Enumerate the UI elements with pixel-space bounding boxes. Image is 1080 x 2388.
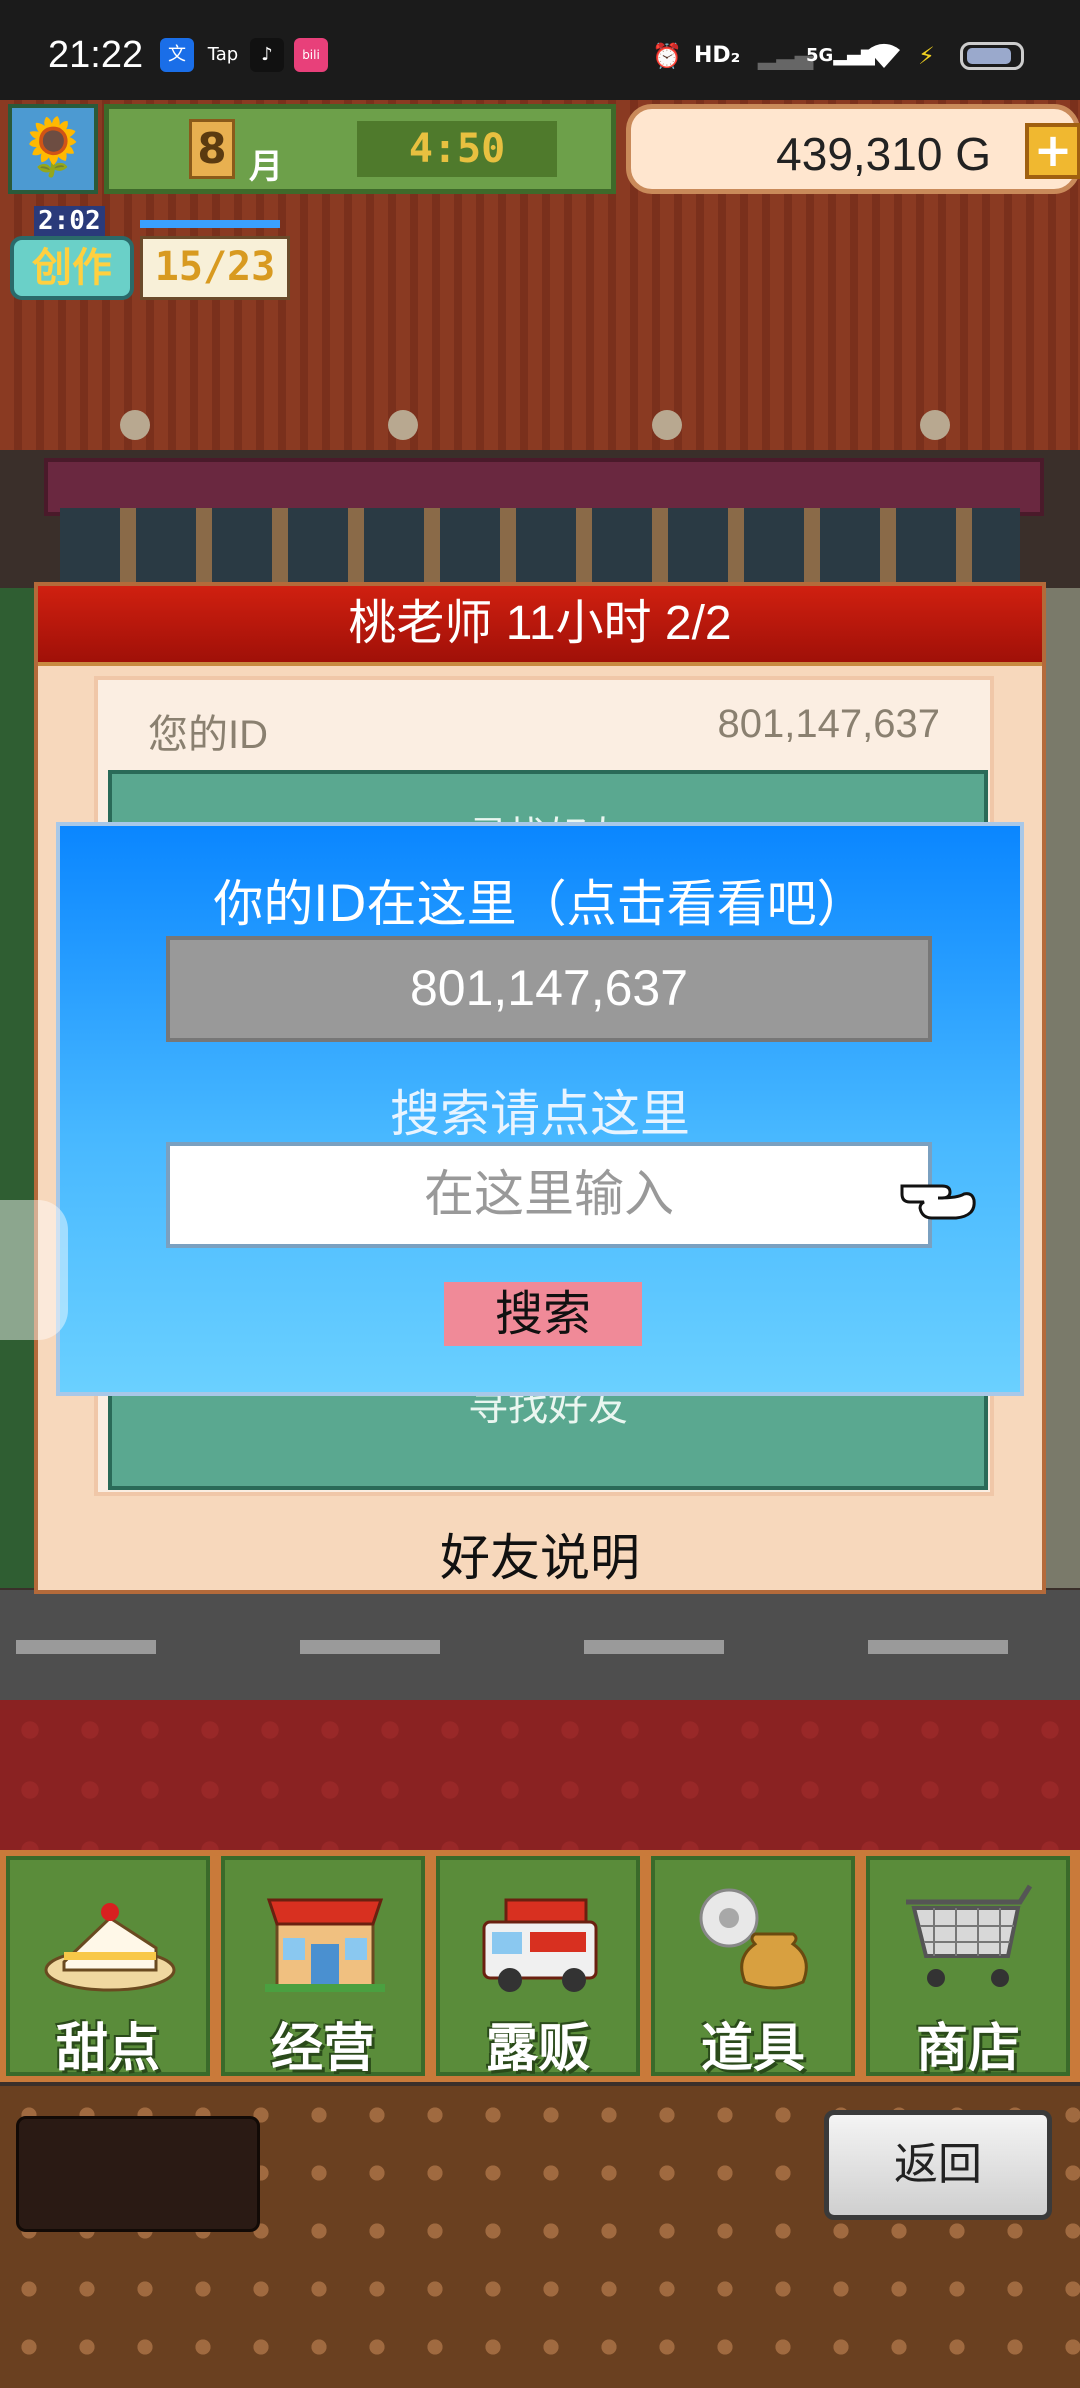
money-value: 439,310 G — [776, 128, 991, 180]
menu-label: 商店 — [915, 2019, 1020, 2079]
bottom-menu: 甜点 经营 露贩 道具 商店 — [0, 1850, 1080, 2082]
month-number: 8 — [189, 119, 235, 179]
hd-icon: HD₂ — [694, 43, 741, 68]
items-bag-icon — [685, 1878, 825, 1998]
footer-empty-slot — [16, 2116, 260, 2232]
creation-count: 15/23 — [140, 236, 290, 300]
tap-app-icon: Tap — [207, 44, 239, 65]
charging-icon: ⚡ — [918, 42, 935, 70]
menu-label: 露贩 — [485, 2019, 590, 2079]
road-marking — [584, 1640, 724, 1654]
roof-lamp-icon — [120, 410, 150, 440]
roof-lamp-icon — [920, 410, 950, 440]
food-truck-icon — [470, 1878, 610, 1998]
battery-icon — [960, 42, 1024, 70]
my-id-box[interactable]: 801,147,637 — [166, 936, 932, 1042]
game-clock: 4:50 — [357, 121, 557, 177]
search-hint: 搜索请点这里 — [390, 1085, 690, 1143]
road-marking — [16, 1640, 156, 1654]
shopping-cart-icon — [900, 1878, 1040, 1998]
menu-label: 甜点 — [55, 2019, 160, 2079]
road-marking — [868, 1640, 1008, 1654]
dialog-title: 你的ID在这里（点击看看吧） — [213, 875, 867, 933]
back-button[interactable]: 返回 — [824, 2110, 1052, 2220]
signal-5g-icon: 5G▂▄▆ — [806, 40, 875, 72]
bilibili-app-icon: bili — [294, 38, 328, 72]
friend-explanation-button[interactable]: 好友说明 — [38, 1518, 1042, 1590]
pointing-hand-icon — [898, 1164, 978, 1224]
month-label: 月 — [249, 147, 283, 187]
panel-title: 桃老师 11小时 2/2 — [38, 586, 1042, 666]
menu-tab-store[interactable]: 商店 — [866, 1856, 1070, 2079]
creation-timer: 2:02 — [34, 206, 105, 236]
street-scenery — [1040, 588, 1080, 1588]
wifi-icon — [866, 40, 902, 72]
creation-progress-bar — [140, 220, 280, 228]
your-id-label: 您的ID — [148, 713, 268, 757]
friend-id-input[interactable]: 在这里输入 — [166, 1142, 932, 1248]
road-marking — [300, 1640, 440, 1654]
translate-app-icon: 文 — [160, 38, 194, 72]
search-button[interactable]: 搜索 — [444, 1282, 642, 1346]
network-type-label: 5G — [806, 45, 834, 66]
alarm-icon: ⏰ — [652, 42, 682, 70]
battery-level — [967, 48, 1011, 64]
status-bar: 21:22 文 Tap ♪ bili ⏰ HD₂ ▂▃▄ 5G▂▄▆ ⚡ — [0, 0, 1080, 100]
cake-icon — [40, 1878, 180, 1998]
side-drawer-handle[interactable] — [0, 1200, 68, 1340]
menu-label: 经营 — [270, 2019, 375, 2079]
roof-lamp-icon — [388, 410, 418, 440]
search-dialog: 你的ID在这里（点击看看吧） 801,147,637 搜索请点这里 在这里输入 … — [56, 822, 1024, 1396]
menu-tab-items[interactable]: 道具 — [651, 1856, 855, 2079]
your-id-value: 801,147,637 — [717, 702, 940, 746]
carpet-floor — [0, 1700, 1080, 1850]
menu-label: 道具 — [700, 2019, 805, 2079]
money-panel: 439,310 G + — [626, 104, 1080, 194]
menu-tab-management[interactable]: 经营 — [221, 1856, 425, 2079]
status-time: 21:22 — [48, 34, 144, 76]
add-money-button[interactable]: + — [1025, 123, 1080, 179]
sunflower-icon[interactable]: 🌻 — [8, 104, 98, 194]
shop-building-icon — [255, 1878, 395, 1998]
tiktok-app-icon: ♪ — [250, 38, 284, 72]
creation-badge[interactable]: 2:02 创作 15/23 — [10, 206, 290, 304]
creation-label: 创作 — [10, 236, 134, 300]
date-panel[interactable]: 8 月 4:50 — [104, 104, 616, 194]
menu-tab-food-truck[interactable]: 露贩 — [436, 1856, 640, 2079]
roof-lamp-icon — [652, 410, 682, 440]
shop-windows — [60, 508, 1020, 588]
menu-tab-desserts[interactable]: 甜点 — [6, 1856, 210, 2079]
